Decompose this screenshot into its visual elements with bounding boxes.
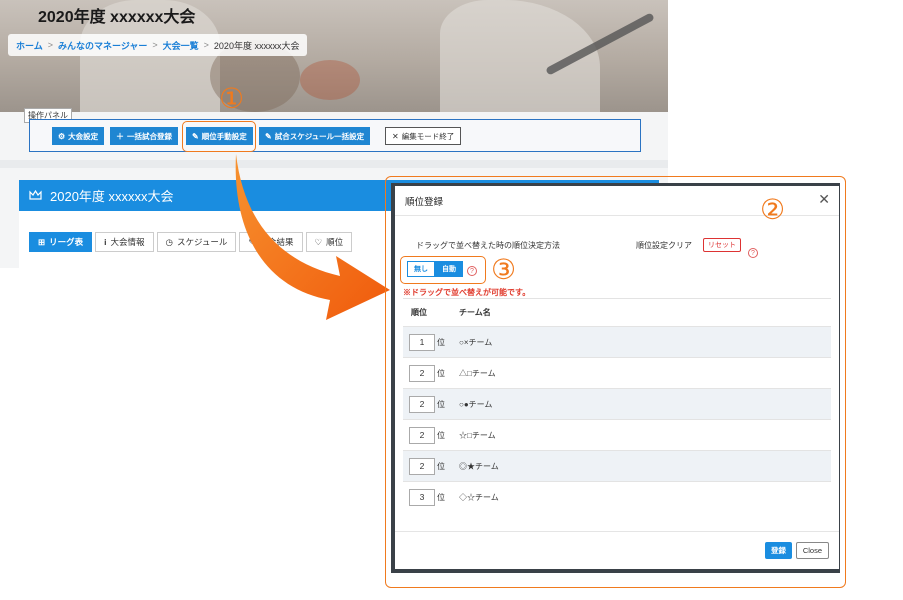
operation-panel: ⚙ 大会設定 ＋一括試合登録 ✎ 順位手動設定 ✎ 試合スケジュール一括設定 ✕ 編集モ… (29, 119, 641, 152)
table-row[interactable]: 2位 ○●チーム (403, 388, 831, 419)
close-icon: ✕ (392, 131, 399, 141)
callout-box-3 (400, 256, 486, 284)
tab-league-table[interactable]: ⊞ リーグ表 (29, 232, 93, 252)
breadcrumb-separator: > (203, 40, 209, 50)
tournament-settings-button[interactable]: ⚙ 大会設定 (52, 127, 105, 145)
ranking-table: 順位 チーム名 1位 ○×チーム 2位 △□チーム 2位 ○●チーム 2位 ☆□… (403, 298, 831, 512)
plus-icon: ＋ (116, 131, 124, 141)
ranking-modal: 順位登録 ✕ ドラッグで並べ替えた時の順位決定方法 順位設定クリア リセット ?… (395, 186, 839, 569)
rank-input[interactable]: 2 (409, 364, 435, 382)
column-header-team: チーム名 (459, 308, 491, 317)
breadcrumb-tournament-list[interactable]: 大会一覧 (163, 39, 199, 52)
bulk-match-register-button[interactable]: ＋一括試合登録 (110, 127, 178, 145)
breadcrumb-separator: > (47, 40, 53, 50)
rank-input[interactable]: 2 (409, 426, 435, 444)
page-title: 2020年度 xxxxxx大会 (38, 9, 196, 26)
breadcrumb-manager[interactable]: みんなのマネージャー (58, 39, 147, 52)
table-header: 順位 チーム名 (403, 298, 831, 326)
tab-tournament-info[interactable]: i 大会情報 (95, 232, 154, 252)
table-row[interactable]: 1位 ○×チーム (403, 326, 831, 357)
team-name: ☆□チーム (459, 430, 496, 440)
rank-input[interactable]: 2 (409, 457, 435, 475)
modal-footer: 登録 Close (395, 531, 839, 569)
breadcrumb: ホーム > みんなのマネージャー > 大会一覧 > 2020年度 xxxxxx大… (8, 34, 308, 56)
team-name: ◎★チーム (459, 461, 499, 471)
rank-input[interactable]: 3 (409, 488, 435, 506)
close-icon[interactable]: ✕ (818, 192, 830, 208)
schedule-bulk-setting-button[interactable]: ✎ 試合スケジュール一括設定 (259, 127, 371, 145)
breadcrumb-separator: > (152, 40, 158, 50)
reset-button[interactable]: リセット (703, 238, 741, 252)
team-name: ○×チーム (459, 337, 493, 347)
info-icon: i (104, 237, 107, 247)
team-name: △□チーム (459, 368, 496, 378)
column-header-rank: 順位 (411, 308, 427, 317)
arrow-icon (235, 154, 390, 320)
ranking-clear-label: 順位設定クリア (636, 241, 692, 250)
close-button[interactable]: Close (795, 542, 829, 559)
exit-edit-mode-button[interactable]: ✕ 編集モード終了 (385, 127, 462, 145)
edit-icon: ✎ (265, 131, 272, 141)
sort-method-label: ドラッグで並べ替えた時の順位決定方法 (416, 241, 560, 250)
tab-schedule[interactable]: ◷ スケジュール (156, 232, 237, 252)
team-name: ○●チーム (459, 399, 493, 409)
table-row[interactable]: 2位 ◎★チーム (403, 450, 831, 481)
team-name: ◇☆チーム (459, 492, 499, 502)
table-row[interactable]: 2位 ☆□チーム (403, 419, 831, 450)
table-row[interactable]: 3位 ◇☆チーム (403, 481, 831, 512)
rank-input[interactable]: 1 (409, 333, 435, 351)
card-title: 2020年度 xxxxxx大会 (50, 189, 174, 204)
callout-number-3: ③ (491, 253, 517, 286)
modal-title: 順位登録 (405, 196, 444, 208)
clock-icon: ◷ (165, 236, 173, 247)
register-button[interactable]: 登録 (765, 542, 792, 559)
table-row[interactable]: 2位 △□チーム (403, 357, 831, 388)
breadcrumb-home[interactable]: ホーム (16, 39, 43, 52)
gear-icon: ⚙ (58, 131, 66, 141)
help-icon[interactable]: ? (748, 248, 758, 258)
callout-number-2: ② (760, 193, 786, 226)
callout-number-1: ① (219, 82, 245, 115)
callout-box-1 (182, 121, 256, 152)
rank-input[interactable]: 2 (409, 395, 435, 413)
drag-notice: ※ドラッグで並べ替えが可能です。 (403, 288, 531, 297)
breadcrumb-current: 2020年度 xxxxxx大会 (213, 40, 300, 51)
crown-icon (29, 190, 42, 200)
grid-icon: ⊞ (38, 236, 46, 247)
